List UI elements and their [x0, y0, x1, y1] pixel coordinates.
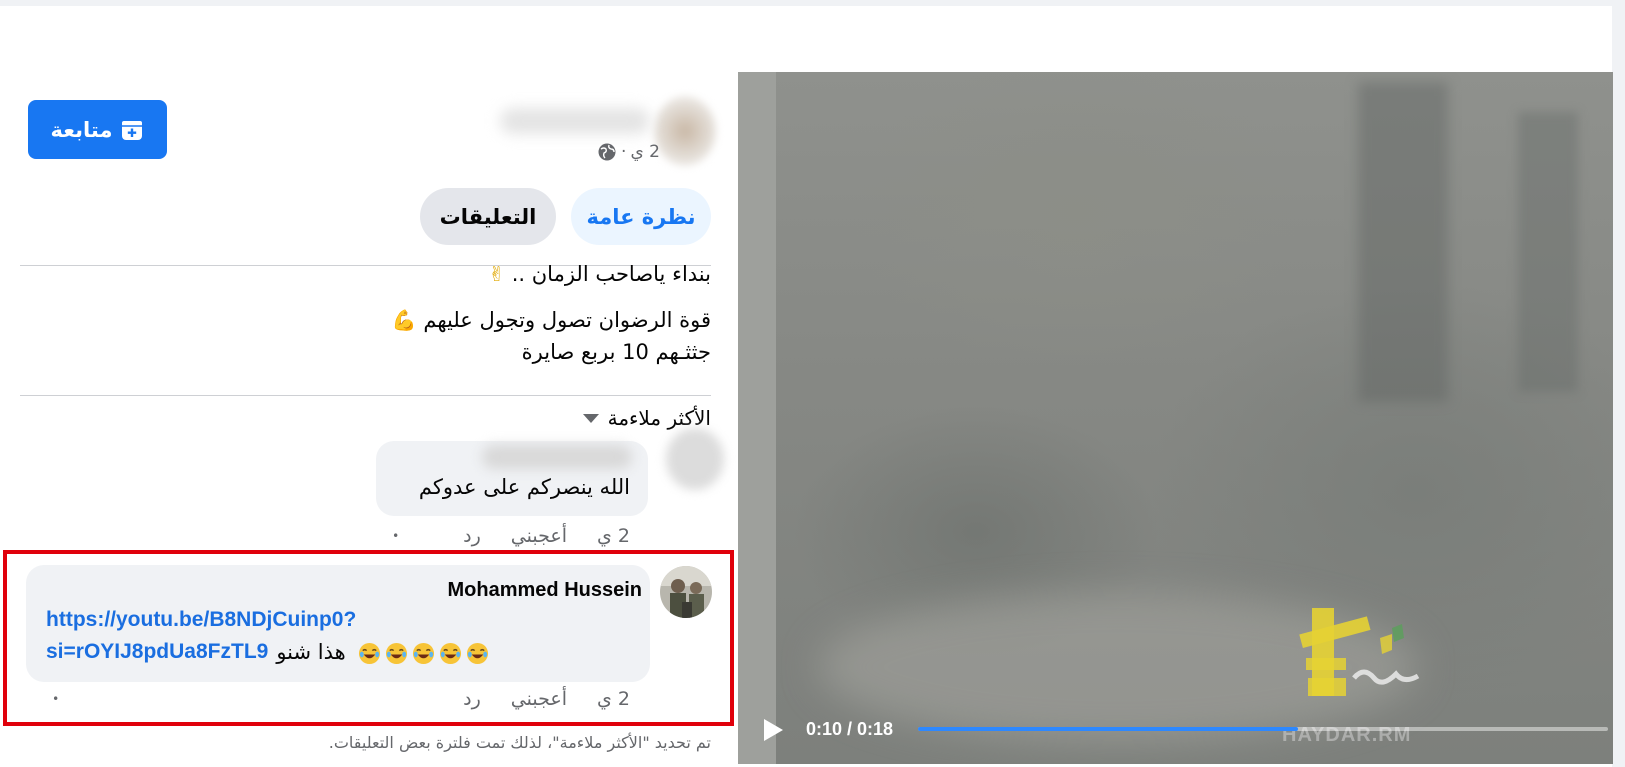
post-text-line-1-text: بنداء ياصاحب الزمان .. [511, 262, 711, 286]
tab-comments[interactable]: التعليقات [420, 188, 556, 245]
follow-icon [122, 120, 143, 140]
laughing-face-icon [385, 642, 407, 664]
like-button[interactable]: أعجبني [511, 688, 567, 710]
video-time: 0:10 / 0:18 [806, 719, 894, 739]
comment-line-2: si=rOYIJ8pdUa8FzTL9 هذا شنو [46, 640, 489, 665]
comment-link[interactable]: https://youtu.be/B8NDjCuinp0? [46, 608, 356, 632]
laughing-face-icon [358, 642, 380, 664]
commenter-name[interactable]: Mohammed Hussein [448, 579, 642, 602]
globe-icon [598, 143, 616, 161]
comment-text: هذا شنو [276, 640, 346, 665]
comment-actions: 2 ي أعجبني رد • [392, 525, 630, 547]
video-progress-fill [918, 727, 1298, 731]
top-strip [0, 0, 1625, 6]
channel-logo-icon [1299, 608, 1420, 696]
laughing-face-icon [412, 642, 434, 664]
post-meta: 2 ي · [560, 140, 660, 164]
video-building [1518, 112, 1578, 392]
follow-button[interactable]: متابعة [28, 100, 167, 159]
page-edge [1612, 6, 1625, 767]
comment-actions: 2 ي أعجبني رد • [52, 688, 630, 710]
victory-hand-emoji: ✌ [488, 262, 506, 286]
like-button[interactable]: أعجبني [511, 525, 567, 547]
video-player[interactable] [738, 72, 1613, 764]
tab-overview[interactable]: نظرة عامة [571, 188, 711, 245]
comment-text: الله ينصركم على عدوكم [418, 475, 630, 499]
video-building [1358, 82, 1448, 402]
play-icon[interactable] [762, 718, 784, 742]
commenter-avatar[interactable] [666, 428, 724, 490]
divider [20, 395, 711, 396]
video-letterbox [738, 72, 776, 764]
laughing-face-icon [466, 642, 488, 664]
laughing-face-icon [439, 642, 461, 664]
author-name-redacted [500, 108, 650, 134]
comment-link-continued[interactable]: si=rOYIJ8pdUa8FzTL9 [46, 640, 268, 664]
reply-button[interactable]: رد [463, 688, 481, 710]
dot: • [52, 692, 60, 706]
sort-label: الأكثر ملاءمة [607, 406, 711, 430]
post-text-line-3: جثثـهم 10 بربع صايرة [521, 340, 711, 364]
reply-button[interactable]: رد [463, 525, 481, 547]
post-text-line-2: قوة الرضوان تصول وتجول عليهم 💪 [392, 308, 711, 332]
caret-down-icon [582, 414, 599, 423]
post-text-line-1: بنداء ياصاحب الزمان .. ✌ [488, 262, 711, 286]
meta-separator: · [621, 142, 627, 162]
commenter-name-redacted [482, 445, 632, 469]
video-progress-bar[interactable] [918, 727, 1608, 731]
post-time[interactable]: 2 ي [630, 142, 660, 162]
post-text-line-2-text: قوة الرضوان تصول وتجول عليهم [423, 308, 711, 332]
dot: • [392, 529, 400, 543]
comment-time[interactable]: 2 ي [597, 688, 630, 710]
commenter-avatar[interactable] [660, 566, 712, 618]
follow-label: متابعة [50, 117, 113, 142]
laughing-emojis [354, 640, 489, 665]
flexed-biceps-emoji: 💪 [391, 308, 417, 332]
video-controls: 0:10 / 0:18 [738, 710, 1613, 750]
author-avatar[interactable] [654, 96, 716, 166]
comment-time[interactable]: 2 ي [597, 525, 630, 547]
filter-note: تم تحديد "الأكثر ملاءمة"، لذلك تمت فلترة… [328, 733, 711, 752]
comment-sort-dropdown[interactable]: الأكثر ملاءمة [582, 406, 711, 430]
